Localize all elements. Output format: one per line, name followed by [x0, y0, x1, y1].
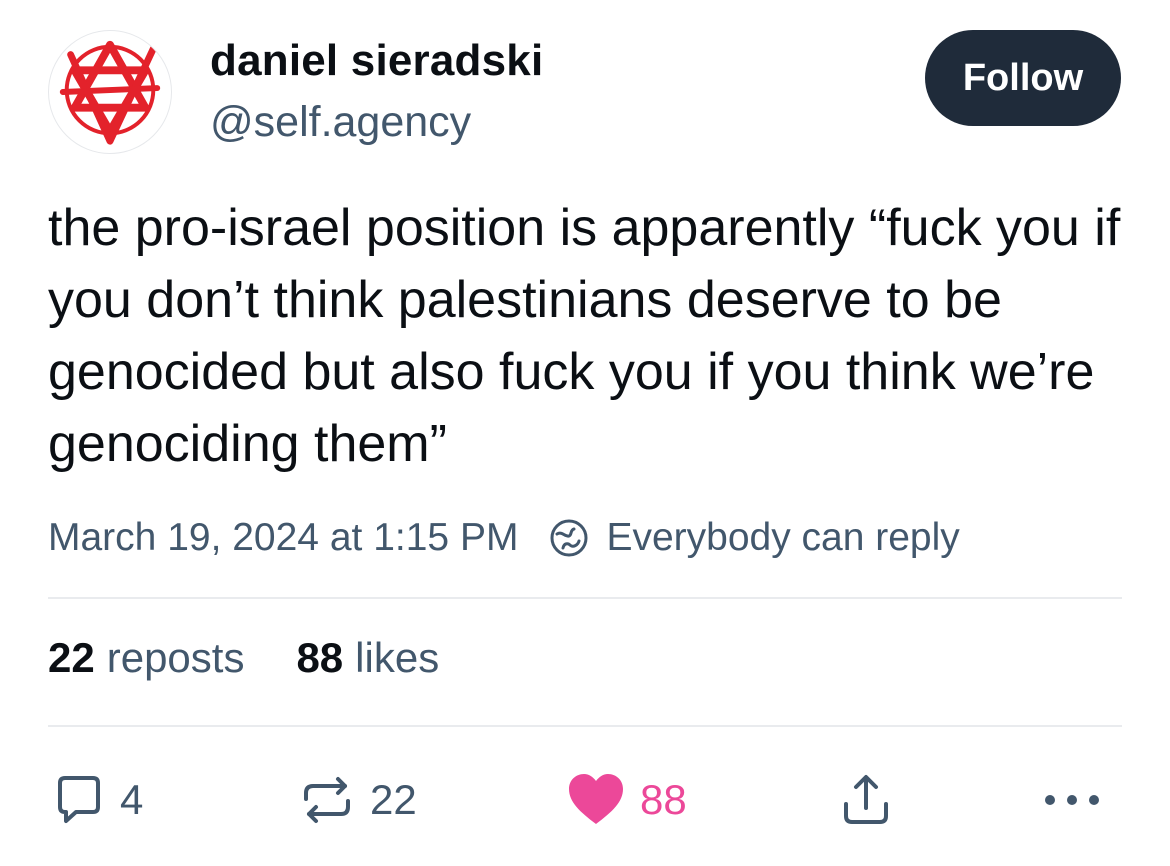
reply-button[interactable]: 4 [52, 765, 143, 835]
more-icon [1045, 795, 1099, 805]
display-name[interactable]: daniel sieradski [210, 36, 543, 86]
post-timestamp: March 19, 2024 at 1:15 PM [48, 516, 519, 559]
repost-button[interactable]: 22 [298, 765, 417, 835]
reposts-stat[interactable]: 22 reposts [48, 634, 244, 682]
likes-stat[interactable]: 88 likes [296, 634, 439, 682]
avatar[interactable] [48, 30, 172, 154]
like-count: 88 [640, 776, 687, 823]
post-text: the pro-israel position is apparently “f… [48, 199, 1121, 473]
reply-icon [58, 776, 100, 823]
likes-label: likes [355, 634, 440, 681]
reply-setting[interactable]: Everybody can reply [606, 516, 959, 560]
handle[interactable]: @self.agency [210, 98, 471, 147]
post-stats: 22 reposts 88 likes [48, 634, 439, 682]
reply-count: 4 [120, 776, 144, 823]
globe-icon [550, 519, 588, 557]
like-button[interactable]: 88 [566, 765, 687, 835]
heart-icon [569, 774, 623, 824]
follow-button[interactable]: Follow [925, 30, 1121, 126]
post-meta: March 19, 2024 at 1:15 PM Everybody can … [48, 512, 960, 564]
reposts-count: 22 [48, 634, 95, 681]
likes-count: 88 [296, 634, 344, 681]
share-icon [844, 775, 888, 824]
repost-count: 22 [370, 776, 417, 823]
reposts-label: reposts [106, 634, 245, 681]
more-button[interactable] [1040, 765, 1104, 835]
action-bar: 4 22 88 [0, 765, 1170, 835]
anarchist-star-of-david-icon [59, 40, 161, 145]
repost-icon [304, 777, 350, 823]
divider [48, 597, 1122, 599]
divider [48, 725, 1122, 727]
share-button[interactable] [838, 765, 894, 835]
